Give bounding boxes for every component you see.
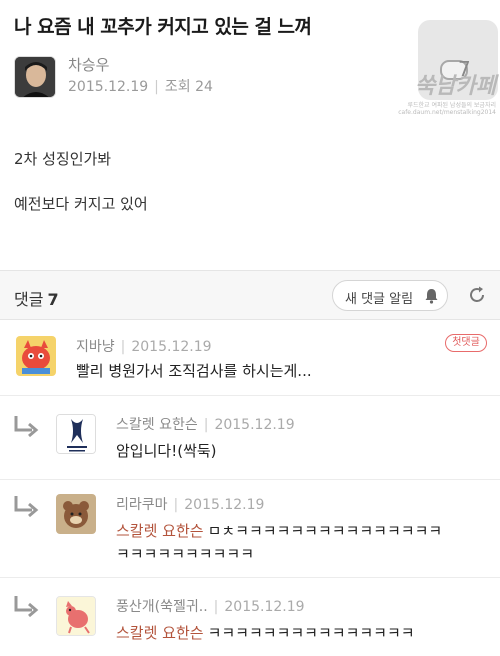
comment-text: 스칼렛 요한슨 ㅋㅋㅋㅋㅋㅋㅋㅋㅋㅋㅋㅋㅋㅋㅋ (116, 622, 486, 645)
reply-arrow-icon (14, 416, 39, 438)
comment-date: 2015.12.19 (131, 339, 212, 355)
post-title: 나 요즘 내 꼬추가 커지고 있는 걸 느껴 (14, 16, 312, 38)
reply-arrow-icon (14, 496, 39, 518)
reply-item: 풍산개(쑥젤귀.. | 2015.12.19 스칼렛 요한슨 ㅋㅋㅋㅋㅋㅋㅋㅋㅋㅋㅋㅋ… (0, 578, 500, 656)
comments-count: 7 (47, 290, 59, 309)
comment-text: 스칼렛 요한슨 ㅁㅊㅋㅋㅋㅋㅋㅋㅋㅋㅋㅋㅋㅋㅋㅋㅋ ㅋㅋㅋㅋㅋㅋㅋㅋㅋㅋ (116, 520, 486, 566)
comment-date: 2015.12.19 (184, 497, 265, 513)
comment-header: 풍산개(쑥젤귀.. | 2015.12.19 (116, 596, 305, 616)
commenter-avatar[interactable] (56, 596, 96, 636)
commenter-name[interactable]: 지바냥 (76, 339, 115, 355)
post-views: 조회 24 (164, 79, 213, 95)
commenter-name[interactable]: 리라쿠마 (116, 497, 168, 513)
post-date: 2015.12.19 (68, 79, 149, 95)
post-body-line: 2차 성징인가봐 (14, 150, 112, 168)
reply-arrow-icon (14, 596, 39, 618)
mention-link[interactable]: 스칼렛 요한슨 (116, 522, 204, 540)
comment-date: 2015.12.19 (224, 599, 305, 615)
watermark-logo: 쑥남카페 (415, 73, 496, 99)
comments-label: 댓글 7 (14, 286, 59, 310)
comment-text: 빨리 병원가서 조직검사를 하시는게... (76, 362, 312, 380)
cafe-watermark: 쑥남카페 루드한교 여파된 남성들의 보금자리 cafe.daum.net/me… (356, 68, 496, 128)
comment-header: 스칼렛 요한슨 | 2015.12.19 (116, 414, 295, 434)
divider: | (154, 79, 159, 95)
comment-text-line: ㅋㅋㅋㅋㅋㅋㅋㅋㅋㅋㅋㅋㅋㅋㅋ (207, 624, 415, 642)
commenter-avatar[interactable] (16, 336, 56, 376)
comments-title: 댓글 (14, 290, 44, 309)
comment-header: 지바냥 | 2015.12.19 (76, 336, 212, 356)
new-comment-alert-button[interactable]: 새 댓글 알림 (332, 280, 448, 311)
commenter-name[interactable]: 스칼렛 요한슨 (116, 417, 198, 433)
mention-link[interactable]: 스칼렛 요한슨 (116, 624, 204, 642)
divider: | (120, 339, 126, 355)
post-meta: 2015.12.19 | 조회 24 (68, 76, 213, 96)
comments-header: 댓글 7 새 댓글 알림 (0, 270, 500, 320)
watermark-url: cafe.daum.net/menstalking2014 (398, 109, 496, 116)
comment-text-line: ㅋㅋㅋㅋㅋㅋㅋㅋㅋㅋ (116, 545, 255, 563)
divider: | (213, 599, 219, 615)
reply-item: 리라쿠마 | 2015.12.19 스칼렛 요한슨 ㅁㅊㅋㅋㅋㅋㅋㅋㅋㅋㅋㅋㅋㅋㅋㅋㅋ… (0, 480, 500, 578)
divider: | (173, 497, 179, 513)
comment-text: 암입니다!(싹둑) (116, 442, 217, 460)
alert-button-label: 새 댓글 알림 (345, 292, 414, 307)
post-body-line: 예전보다 커지고 있어 (14, 195, 148, 213)
comment-header: 리라쿠마 | 2015.12.19 (116, 494, 264, 514)
commenter-avatar[interactable] (56, 494, 96, 534)
bell-icon (425, 289, 438, 304)
comment-text-line: ㅁㅊㅋㅋㅋㅋㅋㅋㅋㅋㅋㅋㅋㅋㅋㅋㅋ (207, 522, 443, 540)
first-comment-badge: 첫댓글 (445, 334, 487, 352)
commenter-avatar[interactable] (56, 414, 96, 454)
refresh-icon[interactable] (467, 285, 487, 305)
watermark-subtitle: 루드한교 여파된 남성들의 보금자리 (407, 102, 496, 109)
reply-item: 스칼렛 요한슨 | 2015.12.19 암입니다!(싹둑) (0, 396, 500, 480)
divider: | (203, 417, 209, 433)
comment-date: 2015.12.19 (214, 417, 295, 433)
author-name[interactable]: 차승우 (68, 54, 109, 75)
commenter-name[interactable]: 풍산개(쑥젤귀.. (116, 599, 208, 615)
author-avatar[interactable] (14, 56, 56, 98)
comment-item: 지바냥 | 2015.12.19 첫댓글 빨리 병원가서 조직검사를 하시는게... (0, 320, 500, 396)
